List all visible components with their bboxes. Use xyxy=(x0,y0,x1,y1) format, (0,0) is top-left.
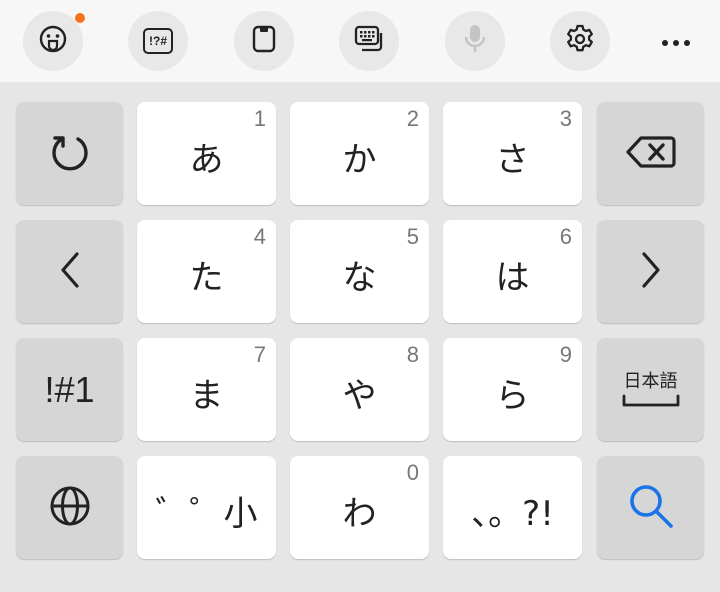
key-ka[interactable]: 2 か xyxy=(290,102,429,205)
voice-input-button[interactable] xyxy=(445,11,505,71)
key-kana: さ xyxy=(495,140,530,180)
dakuten-key[interactable]: ゛゜小 xyxy=(137,456,276,559)
key-na[interactable]: 5 な xyxy=(290,220,429,323)
key-number: 9 xyxy=(559,342,572,367)
key-ra[interactable]: 9 ら xyxy=(443,338,582,441)
more-dots-icon xyxy=(660,32,692,51)
key-ha[interactable]: 6 は xyxy=(443,220,582,323)
dakuten-key-label: ゛゜小 xyxy=(155,494,258,534)
more-button[interactable] xyxy=(646,11,706,71)
microphone-icon xyxy=(460,23,490,59)
key-number: 5 xyxy=(406,224,419,249)
key-kana: ら xyxy=(495,376,530,416)
gear-icon xyxy=(564,23,596,59)
space-key-content: 日本語 xyxy=(621,367,681,413)
key-kana: わ xyxy=(342,494,377,534)
symbols-icon-label: !?# xyxy=(149,34,167,48)
punctuation-key-label: 、。?! xyxy=(471,494,554,534)
key-kana: た xyxy=(189,258,224,298)
key-kana: や xyxy=(342,376,377,416)
key-number: 1 xyxy=(253,106,266,131)
key-ya[interactable]: 8 や xyxy=(290,338,429,441)
undo-key[interactable] xyxy=(16,102,123,205)
key-number: 4 xyxy=(253,224,266,249)
key-number: 0 xyxy=(406,460,419,485)
keyboard-icon xyxy=(353,24,385,58)
clipboard-icon xyxy=(250,24,278,58)
key-sa[interactable]: 3 さ xyxy=(443,102,582,205)
space-bar-icon xyxy=(621,393,681,413)
keyboard-switch-button[interactable] xyxy=(339,11,399,71)
key-number: 7 xyxy=(253,342,266,367)
symbols-icon: !?# xyxy=(143,28,173,54)
key-kana: あ xyxy=(189,140,224,180)
key-number: 8 xyxy=(406,342,419,367)
emoji-button[interactable] xyxy=(23,11,85,71)
key-a[interactable]: 1 あ xyxy=(137,102,276,205)
undo-icon xyxy=(48,130,92,178)
language-key[interactable] xyxy=(16,456,123,559)
keyboard-area: 1 あ 2 か 3 さ 4 た 5 な 6 は !#1 7 ま 8 や 9 ら … xyxy=(0,82,720,592)
globe-icon xyxy=(48,484,92,532)
emoji-face-icon xyxy=(38,24,68,58)
search-key[interactable] xyxy=(597,456,704,559)
key-number: 6 xyxy=(559,224,572,249)
key-ma[interactable]: 7 ま xyxy=(137,338,276,441)
key-kana: ま xyxy=(189,376,224,416)
backspace-icon xyxy=(625,134,677,174)
keyboard-toolbar: !?# xyxy=(0,0,720,82)
symbols-key[interactable]: !#1 xyxy=(16,338,123,441)
chevron-right-icon xyxy=(639,250,663,294)
settings-button[interactable] xyxy=(550,11,610,71)
cursor-right-key[interactable] xyxy=(597,220,704,323)
symbol-button[interactable]: !?# xyxy=(128,11,188,71)
key-number: 3 xyxy=(559,106,572,131)
chevron-left-icon xyxy=(58,250,82,294)
notification-badge xyxy=(75,13,85,23)
symbols-key-label: !#1 xyxy=(44,368,95,410)
key-number: 2 xyxy=(406,106,419,131)
key-kana: か xyxy=(342,140,377,180)
key-kana: は xyxy=(495,258,530,298)
key-ta[interactable]: 4 た xyxy=(137,220,276,323)
cursor-left-key[interactable] xyxy=(16,220,123,323)
key-kana: な xyxy=(342,258,377,298)
backspace-key[interactable] xyxy=(597,102,704,205)
space-key[interactable]: 日本語 xyxy=(597,338,704,441)
clipboard-button[interactable] xyxy=(234,11,294,71)
punctuation-key[interactable]: 、。?! xyxy=(443,456,582,559)
key-wa[interactable]: 0 わ xyxy=(290,456,429,559)
space-key-label: 日本語 xyxy=(623,370,678,392)
search-icon xyxy=(626,481,676,535)
